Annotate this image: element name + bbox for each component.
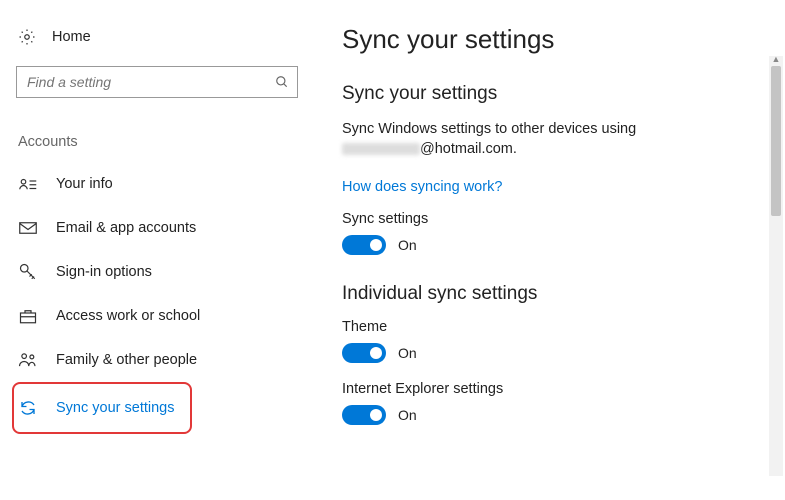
sidebar-item-your-info[interactable]: Your info bbox=[16, 162, 294, 206]
sync-icon bbox=[18, 399, 38, 417]
main-content: Sync your settings Sync your settings Sy… bbox=[310, 0, 785, 500]
desc-suffix: @hotmail.com. bbox=[420, 141, 517, 157]
scrollbar[interactable]: ▲ bbox=[769, 56, 783, 476]
syncing-help-link[interactable]: How does syncing work? bbox=[342, 179, 502, 195]
search-input[interactable] bbox=[16, 66, 298, 98]
sidebar-item-label: Email & app accounts bbox=[56, 220, 196, 236]
sidebar-item-signin-options[interactable]: Sign-in options bbox=[16, 250, 294, 294]
sidebar-item-label: Sign-in options bbox=[56, 264, 152, 280]
search-field[interactable] bbox=[25, 73, 275, 91]
scrollbar-thumb[interactable] bbox=[771, 66, 781, 216]
sidebar-item-access-work-school[interactable]: Access work or school bbox=[16, 294, 294, 338]
sidebar-item-family-people[interactable]: Family & other people bbox=[16, 338, 294, 382]
home-label: Home bbox=[52, 29, 91, 45]
ie-settings-label: Internet Explorer settings bbox=[342, 381, 761, 397]
sidebar-item-email-accounts[interactable]: Email & app accounts bbox=[16, 206, 294, 250]
toggle-state-text: On bbox=[398, 345, 417, 361]
desc-prefix: Sync Windows settings to other devices u… bbox=[342, 121, 636, 137]
redacted-email-user bbox=[342, 143, 420, 155]
sync-settings-toggle[interactable] bbox=[342, 235, 386, 255]
section-heading: Individual sync settings bbox=[342, 283, 761, 305]
person-card-icon bbox=[18, 177, 38, 191]
sidebar-item-label: Family & other people bbox=[56, 352, 197, 368]
toggle-state-text: On bbox=[398, 407, 417, 423]
key-icon bbox=[18, 263, 38, 281]
home-nav[interactable]: Home bbox=[16, 28, 294, 46]
briefcase-icon bbox=[18, 308, 38, 324]
sidebar-item-sync-settings[interactable]: Sync your settings bbox=[16, 386, 184, 430]
section-heading: Sync your settings bbox=[342, 83, 761, 105]
active-item-highlight: Sync your settings bbox=[12, 382, 192, 434]
sidebar-item-label: Access work or school bbox=[56, 308, 200, 324]
sidebar-section-label: Accounts bbox=[16, 134, 294, 150]
ie-settings-toggle[interactable] bbox=[342, 405, 386, 425]
scroll-up-icon[interactable]: ▲ bbox=[771, 54, 781, 64]
sync-settings-label: Sync settings bbox=[342, 211, 761, 227]
mail-icon bbox=[18, 221, 38, 235]
search-icon bbox=[275, 75, 289, 89]
sidebar-item-label: Your info bbox=[56, 176, 113, 192]
page-title: Sync your settings bbox=[342, 24, 761, 55]
theme-label: Theme bbox=[342, 319, 761, 335]
toggle-state-text: On bbox=[398, 237, 417, 253]
gear-icon bbox=[18, 28, 36, 46]
sidebar: Home Accounts Your info bbox=[0, 0, 310, 500]
people-icon bbox=[18, 352, 38, 368]
theme-toggle[interactable] bbox=[342, 343, 386, 363]
sync-description: Sync Windows settings to other devices u… bbox=[342, 119, 761, 160]
sidebar-item-label: Sync your settings bbox=[56, 400, 174, 416]
